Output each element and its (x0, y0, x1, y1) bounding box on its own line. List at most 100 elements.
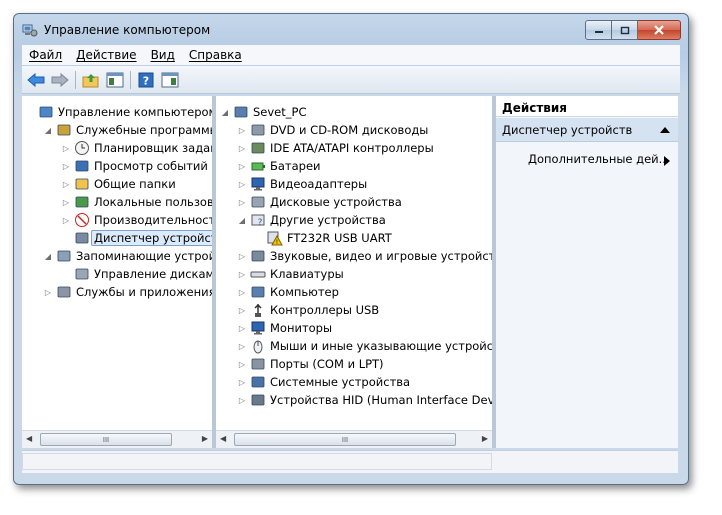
actions-pane: Действия Диспетчер устройств Дополнитель… (496, 96, 678, 448)
maximize-button[interactable] (612, 20, 638, 40)
device-tree-item[interactable]: ▷ Звуковые, видео и игровые устройства (237, 247, 492, 265)
performance-icon (75, 213, 89, 227)
expand-arrow-icon[interactable]: ▷ (237, 270, 247, 279)
device-tree-label: Батареи (270, 159, 321, 173)
scroll-right-arrow-icon[interactable]: ▶ (202, 434, 208, 443)
mouse-icon (253, 340, 263, 354)
keyboard-icon (250, 271, 266, 278)
expand-arrow-icon[interactable]: ▷ (237, 360, 247, 369)
forward-button[interactable] (50, 70, 70, 90)
scroll-left-arrow-icon[interactable]: ◀ (220, 434, 226, 443)
device-tree-item[interactable]: ▷ Системные устройства (237, 373, 410, 391)
more-actions-item[interactable]: Дополнительные дей... (528, 152, 668, 166)
expand-arrow-icon[interactable]: ▷ (61, 144, 71, 153)
scroll-right-arrow-icon[interactable]: ▶ (482, 434, 488, 443)
device-tree-item[interactable]: ▷ Контроллеры USB (237, 301, 379, 319)
collapse-arrow-icon[interactable]: ◢ (43, 252, 53, 261)
close-button[interactable] (638, 20, 681, 40)
menu-view[interactable]: Вид (144, 48, 182, 62)
back-button[interactable] (26, 70, 46, 90)
expand-arrow-icon[interactable]: ▷ (237, 180, 247, 189)
console-tree-pane[interactable]: Управление компьютером (л ◢ Служебные прог… (22, 96, 212, 448)
console-tree-item[interactable]: Диспетчер устройств (61, 229, 212, 247)
device-tree-item[interactable]: ▷ Видеоадаптеры (237, 175, 367, 193)
device-tree-item[interactable]: ▷ IDE ATA/ATAPI контроллеры (237, 139, 434, 157)
device-tree-item[interactable]: ▷ Устройства HID (Human Interface Devi (237, 391, 492, 409)
scroll-left-arrow-icon[interactable]: ◀ (26, 434, 32, 443)
scroll-thumb[interactable]: III (234, 433, 456, 446)
console-tree-item[interactable]: Управление дисками (61, 265, 212, 283)
console-tree-item[interactable]: Управление компьютером (л (25, 103, 212, 121)
expand-arrow-icon[interactable]: ▷ (237, 144, 247, 153)
show-hide-tree-button[interactable] (105, 70, 125, 90)
svg-text:!: ! (276, 239, 278, 246)
expand-arrow-icon[interactable]: ▷ (61, 180, 71, 189)
console-tree-item[interactable]: ▷ Просмотр событий (61, 157, 208, 175)
device-tree-label: Клавиатуры (270, 267, 344, 281)
status-bar (22, 450, 678, 473)
collapse-arrow-icon[interactable]: ◢ (237, 216, 247, 225)
menu-action[interactable]: Действие (69, 48, 143, 62)
help-button[interactable]: ? (136, 70, 156, 90)
device-tree-item[interactable]: ▷ Дисковые устройства (237, 193, 402, 211)
expand-arrow-icon[interactable]: ▷ (61, 162, 71, 171)
expand-arrow-icon[interactable]: ▷ (237, 198, 247, 207)
menu-help[interactable]: Справка (182, 48, 249, 62)
scroll-thumb[interactable]: III (40, 433, 172, 446)
expand-arrow-icon[interactable]: ▷ (237, 342, 247, 351)
device-horizontal-scrollbar[interactable]: ◀ III ▶ (216, 430, 492, 448)
monitor-icon (251, 321, 265, 335)
display-adapter-icon (251, 177, 265, 191)
up-level-button[interactable] (81, 70, 101, 90)
expand-arrow-icon[interactable]: ▷ (237, 396, 247, 405)
collapse-arrow-icon[interactable]: ◢ (43, 126, 53, 135)
device-tree-pane[interactable]: ◢ Sevet_PC ▷ DVD и CD-ROM дисководы ▷ IDE ATA… (216, 96, 492, 448)
expand-arrow-icon[interactable]: ▷ (237, 288, 247, 297)
expand-arrow-icon[interactable]: ▷ (237, 162, 247, 171)
device-tree-item[interactable]: ◢ Sevet_PC (220, 103, 307, 121)
left-horizontal-scrollbar[interactable]: ◀ III ▶ (22, 430, 212, 448)
window-title: Управление компьютером (44, 23, 211, 37)
console-tree-item[interactable]: ◢ Запоминающие устройст (43, 247, 212, 265)
actions-section-label: Диспетчер устройств (502, 122, 633, 137)
console-tree-item[interactable]: ▷ Производительность (61, 211, 212, 229)
device-tree-item[interactable]: ▷ Батареи (237, 157, 321, 175)
back-arrow-icon (27, 72, 45, 87)
expand-arrow-icon[interactable]: ▷ (43, 288, 53, 297)
device-tree-label: Мыши и иные указывающие устройс (270, 339, 492, 353)
device-tree-item[interactable]: ▷ Мыши и иные указывающие устройс (237, 337, 492, 355)
device-tree-item[interactable]: ▷ Клавиатуры (237, 265, 344, 283)
content-area: Управление компьютером (л ◢ Служебные прог… (22, 96, 678, 448)
expand-arrow-icon[interactable]: ▷ (237, 252, 247, 261)
menu-file[interactable]: Файл (22, 48, 69, 62)
device-tree-item[interactable]: ◢? Другие устройства (237, 211, 386, 229)
expand-arrow-icon[interactable]: ▷ (61, 198, 71, 207)
submenu-arrow-icon[interactable] (664, 156, 670, 166)
console-tree-item[interactable]: ▷ Общие папки (61, 175, 176, 193)
collapse-up-icon[interactable] (660, 127, 670, 133)
console-tree-item[interactable]: ◢ Служебные программы (43, 121, 212, 139)
expand-arrow-icon[interactable]: ▷ (61, 216, 71, 225)
device-tree-label: Мониторы (270, 321, 333, 335)
device-tree-item[interactable]: ▷ Порты (COM и LPT) (237, 355, 384, 373)
expand-arrow-icon[interactable]: ▷ (237, 306, 247, 315)
device-tree-item[interactable]: ▷ DVD и CD-ROM дисководы (237, 121, 428, 139)
expand-arrow-icon[interactable]: ▷ (237, 324, 247, 333)
actions-section-device-manager[interactable]: Диспетчер устройств (496, 118, 678, 142)
device-tree-item[interactable]: ▷ Мониторы (237, 319, 332, 337)
expand-arrow-icon[interactable]: ▷ (237, 378, 247, 387)
device-tree-item[interactable]: ▷ Компьютер (237, 283, 339, 301)
minimize-button[interactable] (585, 20, 612, 40)
device-tree-item[interactable]: ! FT232R USB UART (254, 229, 392, 247)
console-tree-item[interactable]: ▷ Планировщик заданий (61, 139, 212, 157)
console-tree-item[interactable]: ▷ Локальные пользовате (61, 193, 212, 211)
help-icon: ? (138, 72, 154, 87)
console-tree-icon (106, 72, 124, 87)
device-tree-label: Дисковые устройства (270, 195, 402, 209)
collapse-arrow-icon[interactable]: ◢ (220, 108, 230, 117)
expand-arrow-icon[interactable]: ▷ (237, 126, 247, 135)
title-bar[interactable]: Управление компьютером (14, 14, 688, 44)
show-hide-action-pane-button[interactable] (160, 70, 180, 90)
console-tree-item[interactable]: ▷ Службы и приложения (43, 283, 212, 301)
device-tree-label: IDE ATA/ATAPI контроллеры (270, 141, 434, 155)
